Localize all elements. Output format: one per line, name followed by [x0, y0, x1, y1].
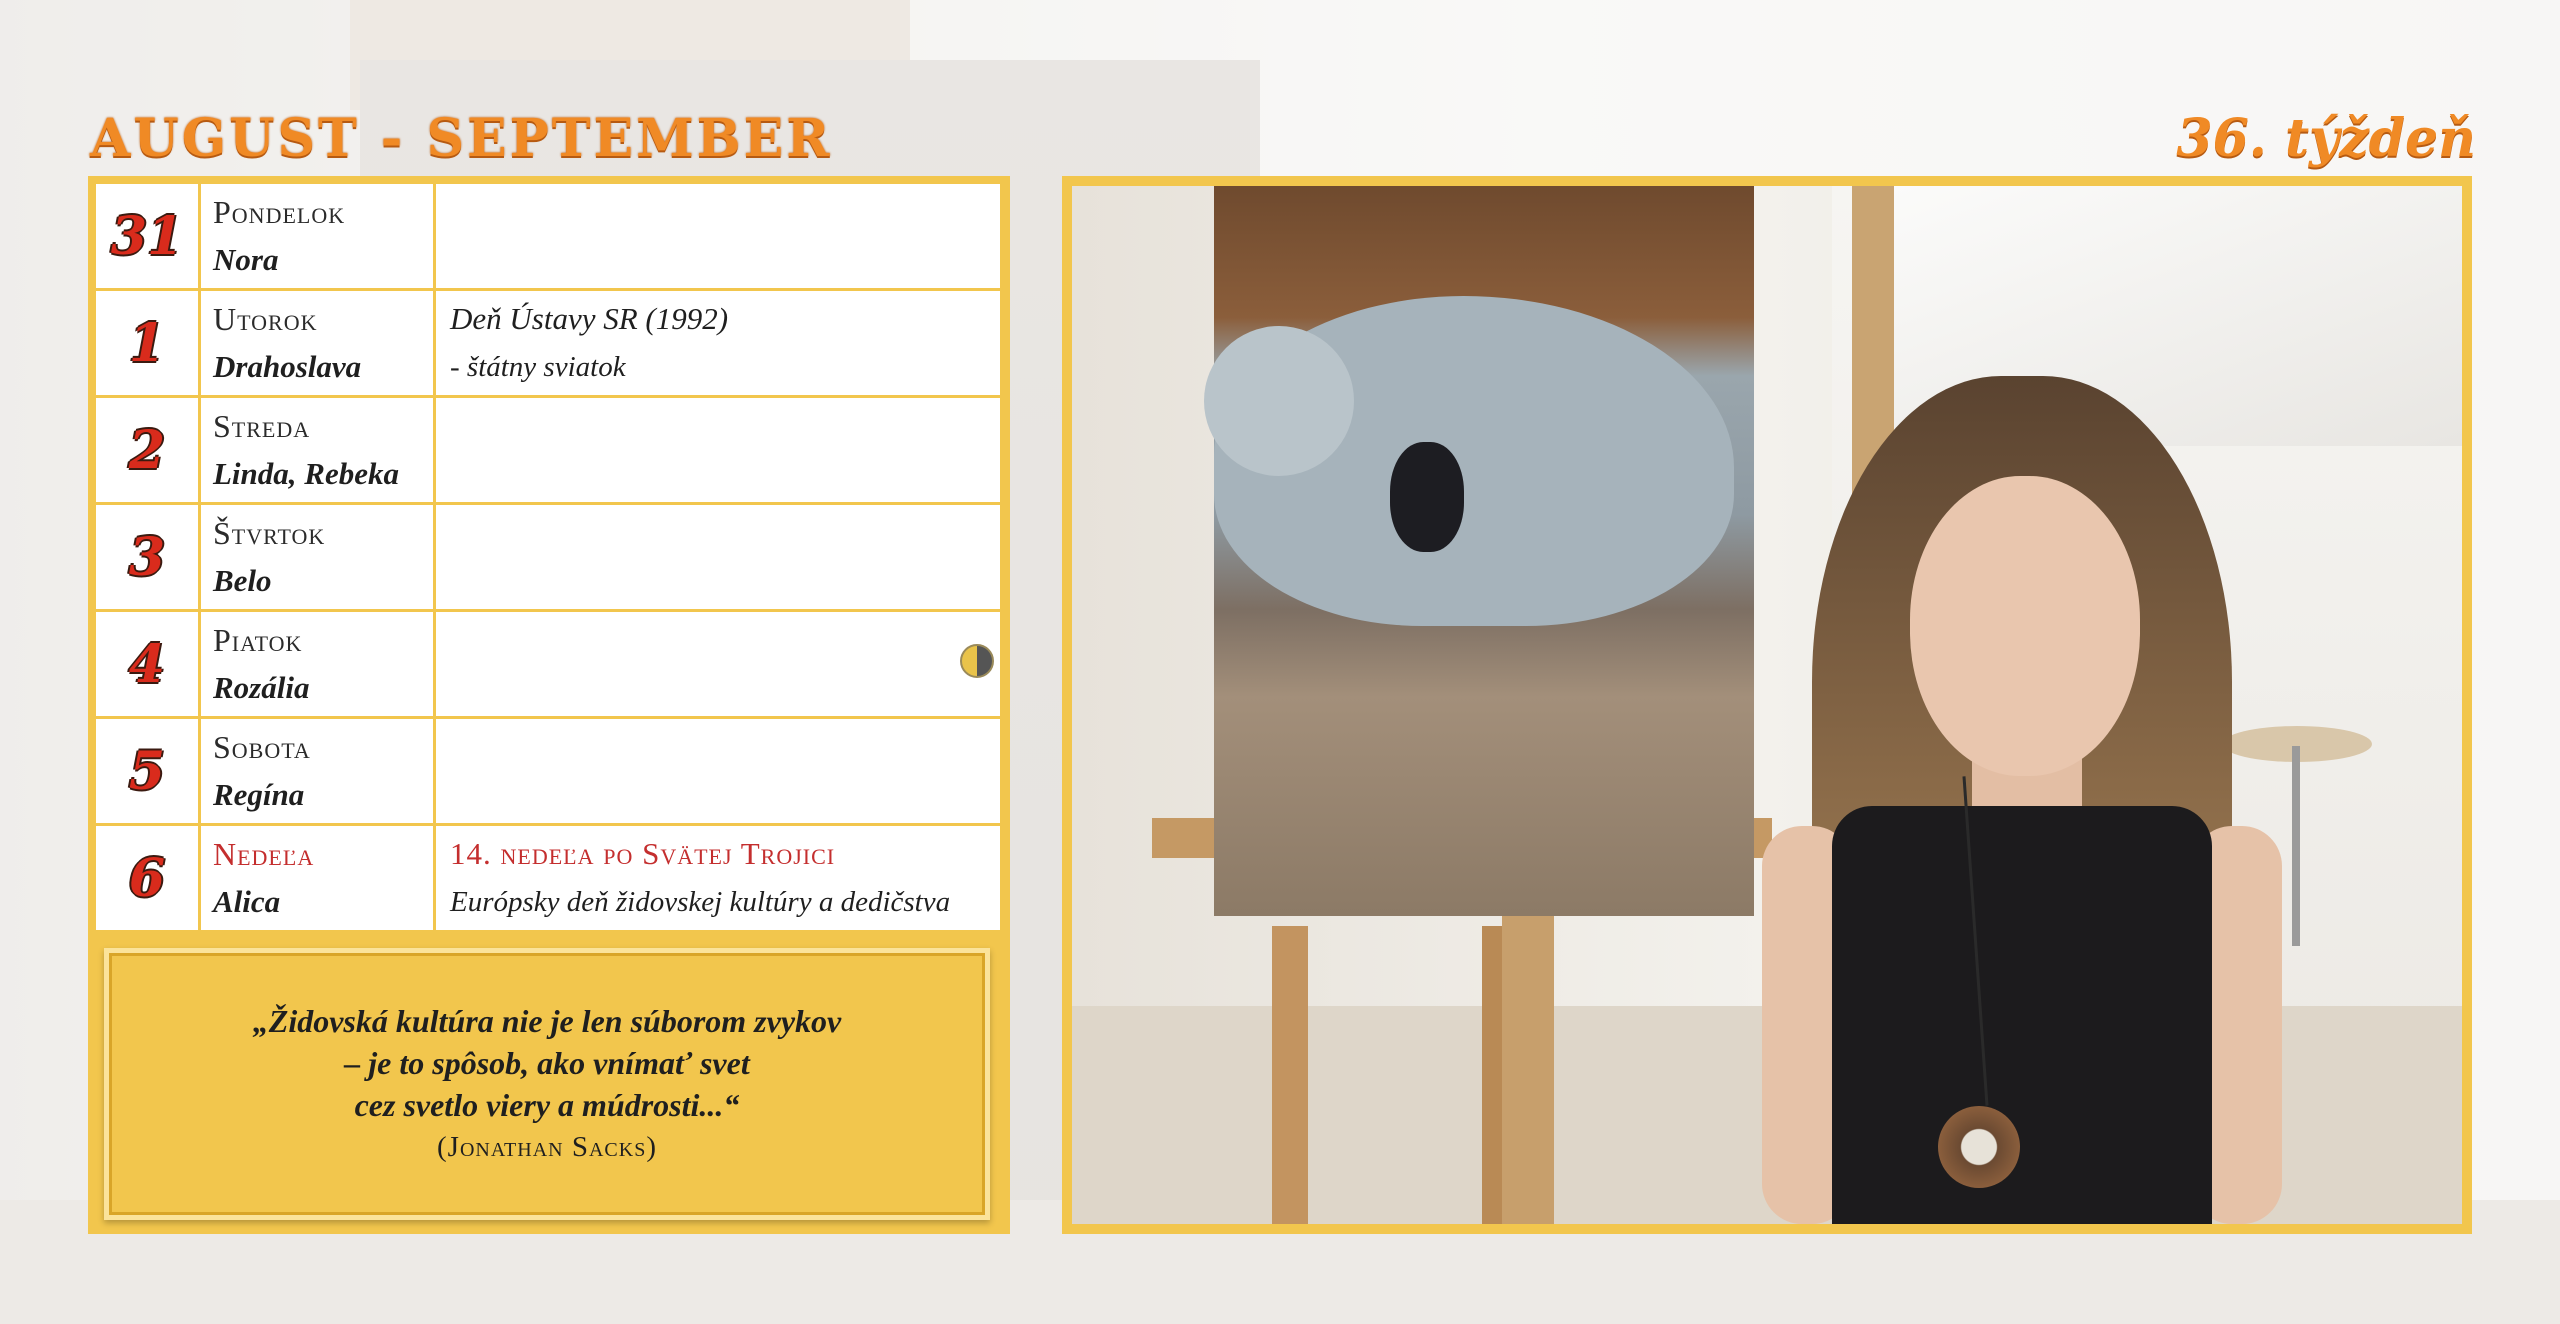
liturgical-note: 14. nedeľa po Svätej Trojici: [450, 836, 836, 871]
medal-pendant: [1938, 1106, 2020, 1188]
photo-easel-leg: [1272, 926, 1308, 1224]
photo-stool-leg: [2292, 746, 2300, 946]
day-name: Štvrtok: [213, 515, 326, 551]
holiday-note: Deň Ústavy SR (1992): [450, 301, 729, 336]
day-name-cell: Nedeľa Alica: [201, 826, 436, 930]
photo-frame: [1062, 176, 2472, 1234]
day-row-sunday: 6 Nedeľa Alica 14. nedeľa po Svätej Troj…: [96, 826, 1000, 930]
name-day: Nora: [213, 242, 279, 277]
quote-line: – je to spôsob, ako vnímať svet: [344, 1045, 750, 1081]
week-title: 36. týždeň: [2176, 108, 2476, 169]
day-name-cell: Piatok Rozália: [201, 612, 436, 716]
koala-painting: [1204, 186, 1754, 916]
day-row-tuesday: 1 Utorok Drahoslava Deň Ústavy SR (1992)…: [96, 291, 1000, 395]
koala-ear: [1204, 326, 1354, 476]
day-number: 31: [96, 184, 201, 288]
day-number: 1: [96, 291, 201, 395]
day-number: 5: [96, 719, 201, 823]
day-note-cell: 14. nedeľa po Svätej Trojici Európsky de…: [436, 826, 1000, 930]
day-number: 4: [96, 612, 201, 716]
ornament-corner: [960, 948, 990, 978]
day-name-cell: Utorok Drahoslava: [201, 291, 436, 395]
quote-line: „Židovská kultúra nie je len súborom zvy…: [252, 1003, 842, 1039]
quote-box: „Židovská kultúra nie je len súborom zvy…: [104, 948, 990, 1220]
day-note-cell: [436, 398, 1000, 502]
name-day: Rozália: [213, 670, 310, 705]
day-row-thursday: 3 Štvrtok Belo: [96, 505, 1000, 609]
day-row-wednesday: 2 Streda Linda, Rebeka: [96, 398, 1000, 502]
day-number: 2: [96, 398, 201, 502]
day-name-cell: Streda Linda, Rebeka: [201, 398, 436, 502]
day-row-friday: 4 Piatok Rozália: [96, 612, 1000, 716]
holiday-subnote: - štátny sviatok: [450, 351, 626, 383]
day-name: Sobota: [213, 729, 311, 765]
ornament-corner: [960, 1190, 990, 1220]
first-quarter-moon-icon: [960, 644, 994, 678]
name-day: Regína: [213, 777, 305, 812]
day-note-cell: Deň Ústavy SR (1992) - štátny sviatok: [436, 291, 1000, 395]
day-number: 3: [96, 505, 201, 609]
day-name-cell: Štvrtok Belo: [201, 505, 436, 609]
girl-dress: [1832, 806, 2212, 1224]
day-name: Streda: [213, 408, 311, 444]
koala-nose: [1390, 442, 1464, 552]
observance-note: Európsky deň židovskej kultúry a dedičst…: [450, 886, 951, 918]
day-name-cell: Pondelok Nora: [201, 184, 436, 288]
name-day: Belo: [213, 563, 272, 598]
name-day: Linda, Rebeka: [213, 456, 399, 491]
day-note-cell: [436, 719, 1000, 823]
month-title: AUGUST - SEPTEMBER: [90, 108, 833, 169]
day-row-saturday: 5 Sobota Regína: [96, 719, 1000, 823]
day-name: Piatok: [213, 622, 303, 658]
girl-face: [1910, 476, 2140, 776]
name-day: Drahoslava: [213, 349, 362, 384]
name-day: Alica: [213, 884, 281, 919]
photo-girl-with-koala-painting: [1072, 186, 2462, 1224]
day-name: Pondelok: [213, 194, 346, 230]
day-note-cell: [436, 612, 1000, 716]
day-name: Nedeľa: [213, 836, 315, 872]
day-row-monday: 31 Pondelok Nora: [96, 184, 1000, 288]
ornament-corner: [104, 1190, 134, 1220]
day-note-cell: [436, 184, 1000, 288]
ornament-corner: [104, 948, 134, 978]
day-name: Utorok: [213, 301, 318, 337]
quote-author: (Jonathan Sacks): [437, 1131, 657, 1163]
day-number: 6: [96, 826, 201, 930]
quote-line: cez svetlo viery a múdrosti...“: [354, 1087, 740, 1123]
day-note-cell: [436, 505, 1000, 609]
calendar-panel: 31 Pondelok Nora 1 Utorok Drahoslava Deň…: [88, 176, 1010, 1234]
day-name-cell: Sobota Regína: [201, 719, 436, 823]
